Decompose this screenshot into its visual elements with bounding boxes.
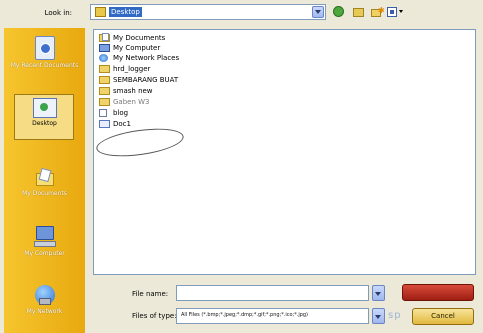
files-of-type-dropdown-button[interactable]: [372, 308, 385, 324]
look-in-dropdown[interactable]: Desktop: [90, 4, 326, 20]
place-label: My Documents: [22, 190, 67, 197]
sparkle-icon: ✱: [378, 6, 385, 15]
folder-icon: [99, 87, 110, 95]
list-item[interactable]: SEMBARANG BUAT: [99, 76, 178, 85]
list-item[interactable]: smash new: [99, 87, 153, 96]
file-name-label: File name:: [132, 290, 169, 298]
my-network-icon: [99, 54, 108, 62]
files-of-type-label: Files of type:: [132, 312, 177, 320]
views-menu-button[interactable]: [387, 6, 407, 18]
files-of-type-dropdown[interactable]: All Files (*.bmp;*.jpeg;*.dmp;*.gif;*.pn…: [176, 308, 369, 324]
views-icon: [387, 7, 397, 17]
list-item-label: Gaben W3: [113, 98, 150, 106]
list-item-label: SEMBARANG BUAT: [113, 76, 179, 84]
list-item[interactable]: blog: [99, 109, 128, 118]
new-folder-button[interactable]: ✱: [370, 6, 385, 18]
watermark: sp: [388, 310, 402, 321]
places-bar: My Recent Documents Desktop My Documents…: [4, 28, 85, 333]
folder-icon: [99, 76, 110, 84]
place-label: Desktop: [32, 120, 57, 127]
back-icon: [333, 6, 344, 17]
cancel-button[interactable]: Cancel: [412, 308, 474, 325]
annotation-circle: [94, 123, 186, 162]
list-item[interactable]: Doc1: [99, 120, 131, 129]
file-name-input[interactable]: [176, 285, 369, 301]
list-item-label: Doc1: [113, 120, 131, 128]
up-folder-icon: [353, 8, 364, 17]
list-item-label: blog: [113, 109, 129, 117]
back-button[interactable]: [332, 6, 346, 18]
list-item[interactable]: hrd_logger: [99, 65, 150, 74]
look-in-label: Look in:: [44, 9, 72, 17]
place-my-documents[interactable]: My Documents: [4, 168, 85, 197]
list-item[interactable]: My Computer: [99, 44, 160, 53]
my-computer-icon: [33, 226, 57, 248]
chevron-down-icon: [399, 10, 403, 13]
place-my-computer[interactable]: My Computer: [4, 226, 85, 257]
desktop-icon: [32, 98, 57, 118]
place-recent-documents[interactable]: My Recent Documents: [4, 36, 85, 69]
place-label: My Network: [26, 308, 63, 315]
files-of-type-value: All Files (*.bmp;*.jpeg;*.dmp;*.gif;*.pn…: [181, 312, 309, 318]
list-item-label: My Documents: [113, 34, 166, 42]
folder-icon: [99, 65, 110, 73]
my-documents-icon: [34, 168, 56, 188]
my-computer-icon: [99, 44, 110, 52]
place-my-network[interactable]: My Network: [4, 284, 85, 315]
list-item[interactable]: My Network Places: [99, 54, 179, 63]
recent-documents-icon: [34, 36, 55, 60]
file-name-dropdown-button[interactable]: [372, 285, 385, 301]
desktop-icon: [95, 7, 106, 17]
place-label: My Recent Documents: [10, 62, 79, 69]
document-icon: [99, 120, 110, 128]
list-item[interactable]: Gaben W3: [99, 98, 150, 107]
folder-icon: [99, 98, 110, 106]
list-item-label: My Network Places: [113, 54, 180, 62]
place-desktop[interactable]: Desktop: [4, 94, 85, 140]
list-item[interactable]: My Documents: [99, 33, 166, 43]
list-item-label: hrd_logger: [113, 65, 151, 73]
my-documents-icon: [99, 33, 110, 42]
up-folder-button[interactable]: [352, 6, 366, 18]
chevron-down-icon[interactable]: [312, 6, 324, 18]
look-in-value: Desktop: [109, 7, 142, 17]
file-list[interactable]: My Documents My Computer My Network Plac…: [93, 29, 476, 275]
open-button[interactable]: [402, 284, 474, 301]
list-item-label: My Computer: [113, 44, 161, 52]
list-item-label: smash new: [113, 87, 153, 95]
file-icon: [99, 109, 107, 117]
my-network-icon: [33, 284, 57, 306]
place-label: My Computer: [24, 250, 65, 257]
